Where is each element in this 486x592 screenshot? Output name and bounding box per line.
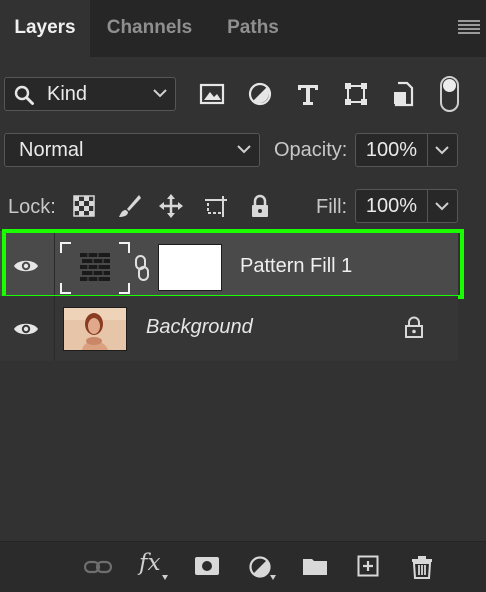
chevron-down-icon[interactable] [435, 146, 449, 155]
layer-name[interactable]: Pattern Fill 1 [240, 255, 352, 278]
tab-layers[interactable]: Layers [0, 0, 90, 57]
image-filter-icon[interactable] [198, 80, 226, 108]
toggle-knob [443, 79, 456, 92]
chevron-down-icon [237, 145, 251, 154]
smart-object-filter-icon[interactable] [390, 80, 418, 108]
opacity-value: 100% [365, 139, 418, 161]
filter-toggle-switch[interactable] [440, 76, 459, 112]
blend-mode-value: Normal [19, 139, 84, 161]
add-mask-icon[interactable] [194, 555, 220, 577]
background-image-thumbnail[interactable] [63, 307, 127, 351]
new-group-icon[interactable] [302, 555, 328, 577]
filter-kind-dropdown[interactable]: Kind [4, 77, 176, 111]
shape-filter-icon[interactable] [342, 80, 370, 108]
layer-row-background[interactable]: Background [0, 296, 458, 361]
delete-layer-icon[interactable] [411, 555, 433, 579]
visibility-toggle[interactable] [0, 296, 55, 361]
layer-row-pattern-fill[interactable]: Pattern Fill 1 [0, 231, 458, 301]
chevron-down-icon[interactable] [435, 202, 449, 211]
adjustment-filter-icon[interactable] [246, 80, 274, 108]
type-filter-icon[interactable] [294, 80, 322, 108]
chain-link-icon[interactable] [133, 255, 151, 281]
tab-channels[interactable]: Channels [91, 0, 208, 57]
eye-icon [14, 323, 38, 334]
fill-label: Fill: [316, 196, 348, 218]
visibility-toggle[interactable] [0, 231, 55, 301]
layer-mask-thumbnail[interactable] [158, 244, 222, 291]
new-layer-icon[interactable] [357, 555, 379, 577]
search-icon [14, 85, 34, 105]
dropdown-triangle-icon [162, 575, 168, 580]
layer-name[interactable]: Background [146, 316, 253, 339]
opacity-label: Opacity: [274, 139, 348, 161]
lock-all-icon[interactable] [247, 193, 273, 219]
eye-icon [14, 260, 38, 272]
blend-mode-dropdown[interactable]: Normal [4, 133, 260, 167]
dropdown-triangle-icon [270, 575, 276, 580]
lock-label: Lock: [8, 196, 56, 218]
lock-image-pixels-icon[interactable] [116, 193, 142, 219]
fill-value: 100% [365, 195, 418, 217]
layer-style-icon[interactable]: fx [139, 550, 160, 576]
link-layers-icon[interactable] [84, 558, 112, 576]
panel-menu-icon[interactable] [458, 20, 480, 36]
new-adjustment-layer-icon[interactable] [248, 555, 272, 579]
chevron-down-icon [153, 89, 167, 98]
lock-icon [405, 316, 423, 338]
layers-bottom-toolbar: fx [0, 541, 486, 592]
fill-field[interactable]: 100% [355, 189, 458, 223]
filter-kind-label: Kind [47, 83, 88, 105]
lock-position-icon[interactable] [158, 193, 184, 219]
panel-tab-bar: Layers Channels Paths [0, 0, 486, 57]
lock-transparent-pixels-icon[interactable] [71, 193, 97, 219]
tab-paths[interactable]: Paths [209, 0, 297, 57]
prevent-auto-nesting-icon[interactable] [203, 193, 229, 219]
opacity-field[interactable]: 100% [355, 133, 458, 167]
pattern-fill-thumbnail[interactable] [60, 242, 130, 294]
